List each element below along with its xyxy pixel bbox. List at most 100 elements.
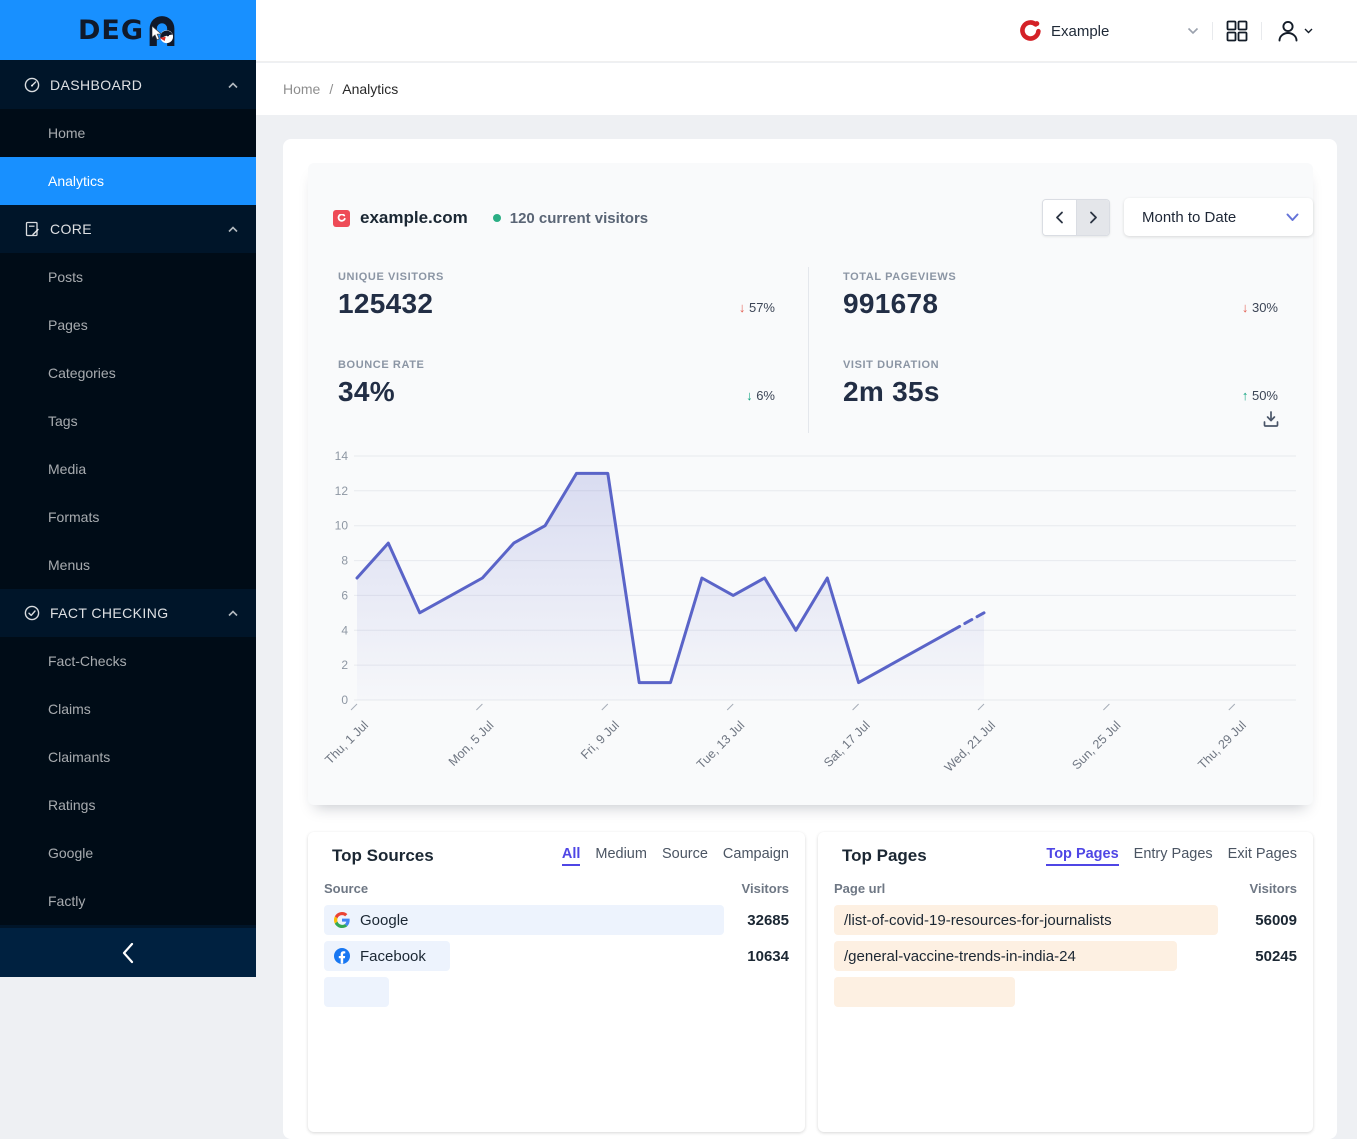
stat-value: 34%: [338, 378, 395, 406]
column-header-visitors: Visitors: [1250, 881, 1297, 896]
sidebar-collapse-button[interactable]: [0, 928, 256, 977]
date-nav: [1042, 199, 1110, 236]
sidebar-item-formats[interactable]: Formats: [0, 493, 256, 541]
page-visitors: 56009: [1255, 912, 1297, 929]
sidebar-section-core[interactable]: CORE: [0, 205, 256, 253]
svg-text:Wed, 21 Jul: Wed, 21 Jul: [942, 718, 998, 774]
sidebar-item-home[interactable]: Home: [0, 109, 256, 157]
sidebar-item-analytics[interactable]: Analytics: [0, 157, 256, 205]
download-icon[interactable]: [1260, 408, 1282, 430]
tab-exit-pages[interactable]: Exit Pages: [1228, 846, 1297, 862]
breadcrumb-separator: /: [329, 81, 333, 97]
item-label: Media: [48, 461, 86, 477]
item-label: Categories: [48, 365, 116, 381]
sidebar-item-claimants[interactable]: Claimants: [0, 733, 256, 781]
sidebar-item-tags[interactable]: Tags: [0, 397, 256, 445]
column-header-source: Source: [324, 881, 368, 896]
sidebar-section-dashboard[interactable]: DASHBOARD: [0, 61, 256, 109]
section-label: FACT CHECKING: [50, 605, 228, 621]
source-row-facebook[interactable]: Facebook 10634: [324, 941, 789, 971]
current-visitors: 120 current visitors: [510, 210, 648, 227]
stat-value: 2m 35s: [843, 378, 940, 406]
column-header-visitors: Visitors: [742, 881, 789, 896]
form-icon: [24, 221, 40, 237]
apps-grid-icon[interactable]: [1226, 20, 1248, 42]
sidebar-section-fact-checking[interactable]: FACT CHECKING: [0, 589, 256, 637]
item-label: Pages: [48, 317, 88, 333]
column-header-page-url: Page url: [834, 881, 885, 896]
breadcrumb-home-link[interactable]: Home: [283, 81, 320, 97]
item-label: Claimants: [48, 749, 110, 765]
content-area: example.com 120 current visitors Month t…: [256, 115, 1357, 977]
top-pages-tabs: Top Pages Entry Pages Exit Pages: [1046, 846, 1297, 866]
next-period-button[interactable]: [1076, 200, 1109, 235]
sidebar-item-pages[interactable]: Pages: [0, 301, 256, 349]
sidebar-item-fact-checks[interactable]: Fact-Checks: [0, 637, 256, 685]
top-pages-card: Top Pages Top Pages Entry Pages Exit Pag…: [818, 832, 1313, 1132]
source-row-google[interactable]: Google 32685: [324, 905, 789, 935]
date-range-select[interactable]: Month to Date: [1124, 198, 1313, 236]
caret-down-icon: [1304, 28, 1313, 34]
chevron-down-icon: [1187, 27, 1199, 35]
down-arrow-icon: ↓: [1242, 300, 1249, 315]
sidebar-item-ratings[interactable]: Ratings: [0, 781, 256, 829]
svg-text:Mon, 5 Jul: Mon, 5 Jul: [446, 718, 497, 769]
chevron-down-icon: [1286, 213, 1299, 222]
tab-all[interactable]: All: [562, 846, 581, 866]
page-url: /list-of-covid-19-resources-for-journali…: [844, 912, 1112, 929]
tab-source[interactable]: Source: [662, 846, 708, 862]
org-dropdown[interactable]: Example: [1019, 19, 1199, 43]
user-menu[interactable]: [1275, 18, 1313, 44]
source-visitors: 32685: [747, 912, 789, 929]
sidebar-item-categories[interactable]: Categories: [0, 349, 256, 397]
analytics-card: example.com 120 current visitors Month t…: [283, 139, 1337, 1139]
sidebar-item-google[interactable]: Google: [0, 829, 256, 877]
top-header: Example: [256, 0, 1357, 62]
chevron-up-icon: [228, 82, 238, 89]
prev-period-button[interactable]: [1043, 200, 1076, 235]
sidebar-item-factly[interactable]: Factly: [0, 877, 256, 925]
item-label: Analytics: [48, 173, 104, 189]
tab-campaign[interactable]: Campaign: [723, 846, 789, 862]
page-row-partial[interactable]: [834, 977, 1297, 1007]
sidebar-item-menus[interactable]: Menus: [0, 541, 256, 589]
source-bar: [324, 977, 389, 1007]
stat-unique-visitors: UNIQUE VISITORS 125432 ↓ 57%: [338, 271, 775, 318]
svg-text:Sat, 17 Jul: Sat, 17 Jul: [821, 718, 873, 770]
page-row[interactable]: /general-vaccine-trends-in-india-24 5024…: [834, 941, 1297, 971]
check-circle-icon: [24, 605, 40, 621]
sidebar-item-posts[interactable]: Posts: [0, 253, 256, 301]
top-pages-title: Top Pages: [842, 846, 927, 866]
stat-label: BOUNCE RATE: [338, 359, 775, 371]
chevron-up-icon: [228, 226, 238, 233]
stat-change: 50%: [1252, 388, 1278, 403]
site-domain: example.com: [360, 208, 468, 228]
tab-medium[interactable]: Medium: [595, 846, 647, 862]
page-row[interactable]: /list-of-covid-19-resources-for-journali…: [834, 905, 1297, 935]
breadcrumb: Home / Analytics: [256, 63, 1357, 115]
stat-label: UNIQUE VISITORS: [338, 271, 775, 283]
item-label: Google: [48, 845, 93, 861]
google-icon: [334, 912, 350, 928]
mouse-cursor: [152, 26, 163, 41]
tab-top-pages[interactable]: Top Pages: [1046, 846, 1118, 866]
item-label: Formats: [48, 509, 99, 525]
sidebar-item-media[interactable]: Media: [0, 445, 256, 493]
source-row-partial[interactable]: [324, 977, 789, 1007]
header-divider: [1261, 22, 1262, 40]
svg-text:6: 6: [341, 588, 348, 602]
down-arrow-icon: ↓: [746, 388, 753, 403]
svg-text:0: 0: [341, 693, 348, 707]
date-range-value: Month to Date: [1142, 209, 1286, 226]
app-logo-text: DEG: [78, 15, 144, 46]
svg-text:4: 4: [341, 623, 348, 637]
item-label: Factly: [48, 893, 85, 909]
item-label: Ratings: [48, 797, 95, 813]
svg-text:Sun, 25 Jul: Sun, 25 Jul: [1069, 718, 1123, 772]
stat-value: 991678: [843, 290, 938, 318]
app-logo[interactable]: DEG: [0, 0, 256, 60]
svg-text:Thu, 29 Jul: Thu, 29 Jul: [1195, 718, 1249, 772]
sidebar-item-claims[interactable]: Claims: [0, 685, 256, 733]
tab-entry-pages[interactable]: Entry Pages: [1134, 846, 1213, 862]
org-name: Example: [1051, 23, 1109, 40]
